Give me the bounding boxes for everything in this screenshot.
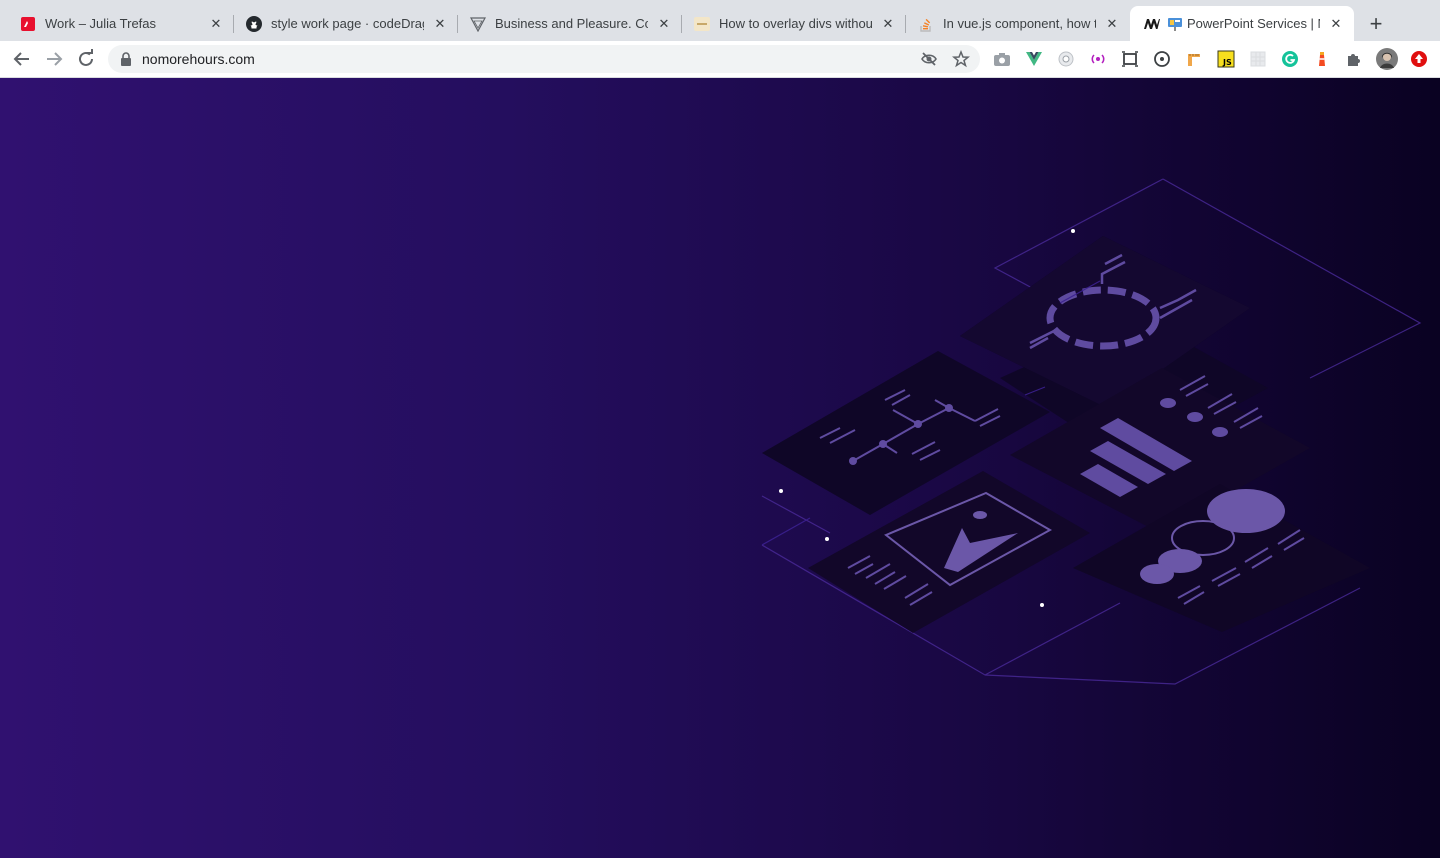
url-text: nomorehours.com xyxy=(142,51,255,67)
close-tab-icon[interactable]: ✕ xyxy=(880,16,896,32)
new-tab-button[interactable]: + xyxy=(1363,12,1389,38)
bookmark-star-icon[interactable] xyxy=(952,50,970,68)
tab-title: In vue.js component, how to… xyxy=(943,16,1096,31)
stackoverflow-icon xyxy=(918,16,934,32)
back-arrow-icon xyxy=(13,52,29,66)
grammarly-icon[interactable] xyxy=(1281,50,1299,68)
close-tab-icon[interactable]: ✕ xyxy=(1104,16,1120,32)
tab-github-codedrag[interactable]: style work page · codeDrag… ✕ xyxy=(234,6,458,41)
dial-icon[interactable] xyxy=(1057,50,1075,68)
adobe-red-icon xyxy=(20,16,36,32)
camera-icon[interactable] xyxy=(993,50,1011,68)
isometric-ui-panels-illustration xyxy=(761,178,1422,685)
eye-off-icon[interactable] xyxy=(920,50,938,68)
close-tab-icon[interactable]: ✕ xyxy=(656,16,672,32)
tab-business-pleasure[interactable]: Business and Pleasure. Com… ✕ xyxy=(458,6,682,41)
reload-button[interactable] xyxy=(74,47,98,71)
forward-arrow-icon xyxy=(47,52,63,66)
profile-avatar[interactable] xyxy=(1376,48,1398,70)
svg-text:JS: JS xyxy=(1222,58,1232,67)
page-viewport xyxy=(0,78,1440,858)
tab-title: style work page · codeDrag… xyxy=(271,16,424,31)
reload-icon xyxy=(79,49,93,66)
lock-icon xyxy=(121,52,131,66)
github-icon xyxy=(246,15,262,32)
grid-pattern-icon[interactable] xyxy=(1249,50,1267,68)
back-button[interactable] xyxy=(10,47,34,71)
tab-title: PowerPoint Services | No… xyxy=(1187,16,1320,31)
tab-title: Business and Pleasure. Com… xyxy=(495,16,648,31)
forward-button[interactable] xyxy=(42,47,66,71)
tab-strip: Work – Julia Trefas ✕ style work page · … xyxy=(0,0,1440,41)
javascript-icon[interactable]: JS xyxy=(1217,50,1235,68)
extensions-puzzle-icon[interactable] xyxy=(1345,50,1363,68)
tab-title: How to overlay divs without… xyxy=(719,16,872,31)
target-circle-icon[interactable] xyxy=(1153,50,1171,68)
tab-title: Work – Julia Trefas xyxy=(45,16,157,31)
close-tab-icon[interactable]: ✕ xyxy=(1328,16,1344,32)
tab-vuejs-component[interactable]: In vue.js component, how to… ✕ xyxy=(906,6,1130,41)
screenshot-frame-icon[interactable] xyxy=(1121,50,1139,68)
tab-work-julia-trefas[interactable]: Work – Julia Trefas ✕ xyxy=(0,6,234,41)
lighthouse-icon[interactable] xyxy=(1313,50,1331,68)
close-tab-icon[interactable]: ✕ xyxy=(432,16,448,32)
browser-toolbar: nomorehours.com JS xyxy=(0,41,1440,78)
ruler-icon[interactable] xyxy=(1185,50,1203,68)
vue-devtools-icon[interactable] xyxy=(1025,50,1043,68)
presentation-emoji-icon xyxy=(1167,16,1183,32)
tab-powerpoint-services[interactable]: PowerPoint Services | No… ✕ xyxy=(1130,6,1354,41)
update-arrow-icon[interactable] xyxy=(1410,50,1428,68)
nmh-logo-icon xyxy=(1142,16,1162,32)
address-bar[interactable]: nomorehours.com xyxy=(108,45,980,73)
triangle-logo-icon xyxy=(470,16,486,32)
broadcast-icon[interactable] xyxy=(1089,50,1107,68)
close-tab-icon[interactable]: ✕ xyxy=(208,16,224,32)
tab-overlay-divs[interactable]: How to overlay divs without… ✕ xyxy=(682,6,906,41)
page-thumbnail-icon xyxy=(694,16,710,32)
